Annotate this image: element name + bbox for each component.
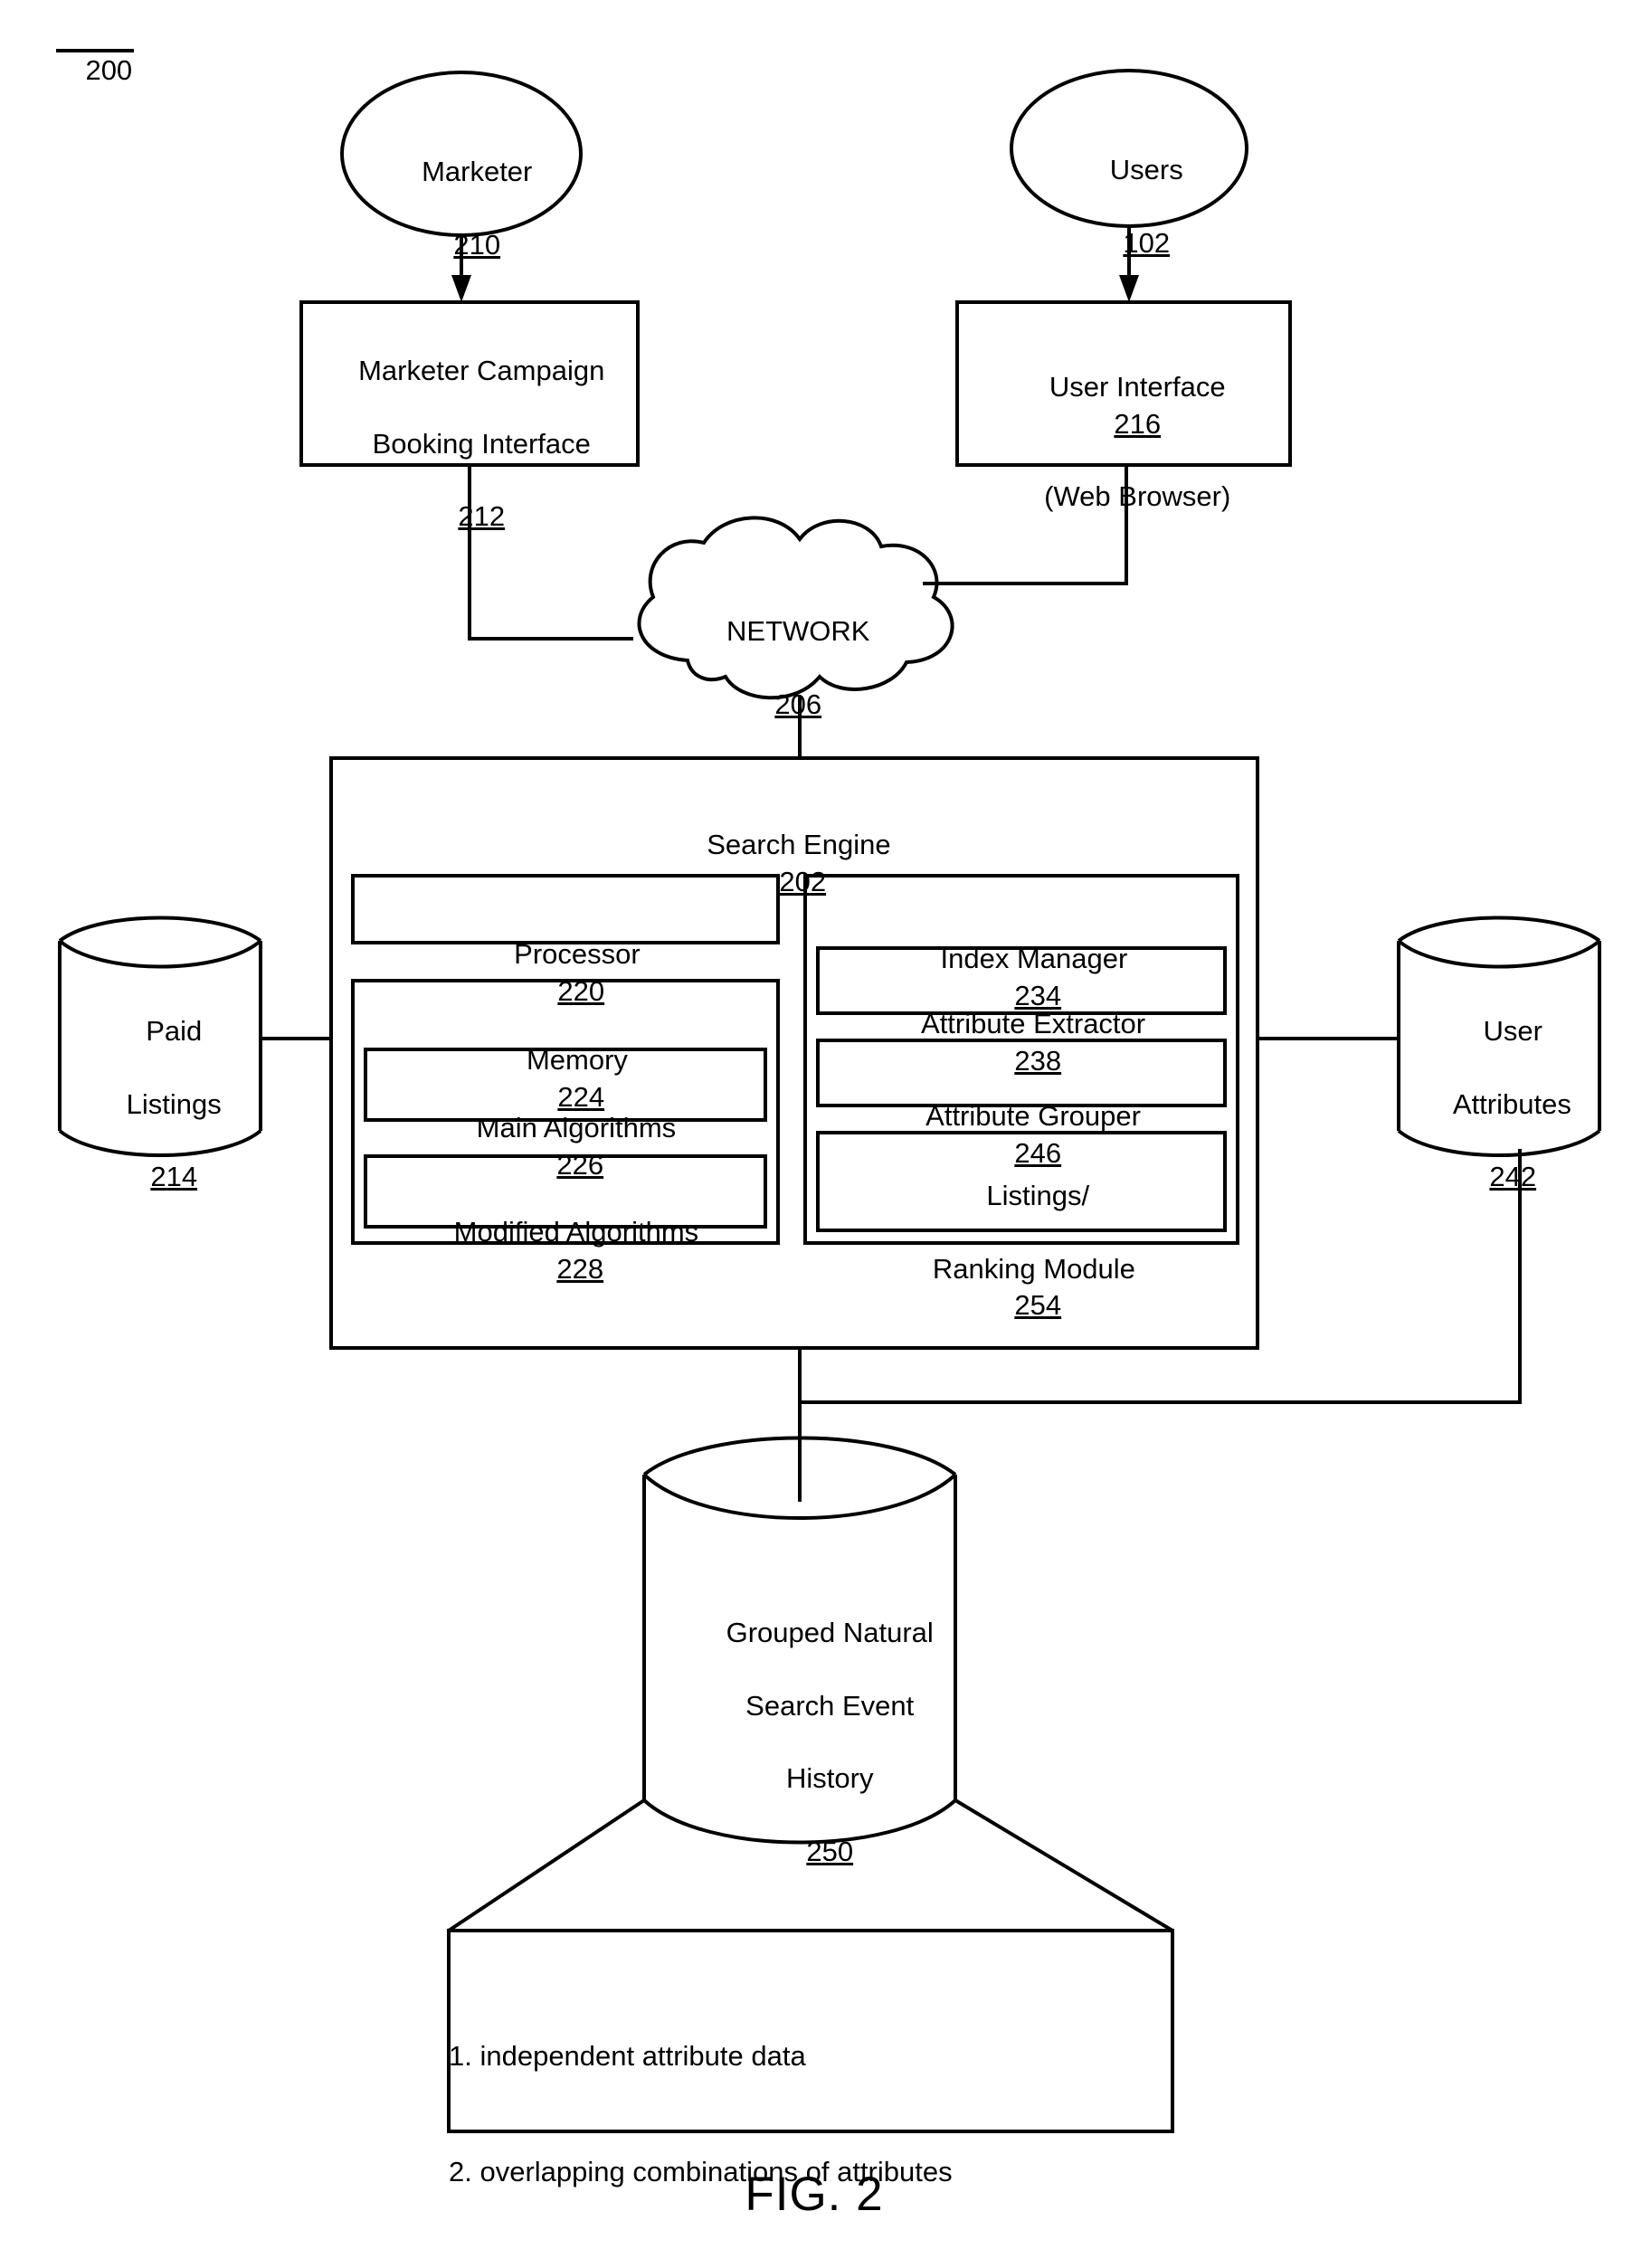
marketer-ref: 210 — [453, 228, 501, 261]
search-engine-ref: 202 — [779, 865, 827, 897]
figure-caption: FIG. 2 — [745, 2168, 884, 2221]
paid-listings-line2: Listings — [126, 1087, 222, 1120]
funnel-left-edge — [447, 1798, 646, 1932]
modified-algorithms-ref: 228 — [556, 1252, 604, 1285]
booking-interface-line1: Marketer Campaign — [358, 355, 605, 387]
paid-listings-label: Paid Listings 214 — [54, 977, 262, 1232]
search-engine-title-text: Search Engine — [707, 829, 891, 861]
users-title: Users — [1109, 154, 1183, 186]
list-item: 1. independent attribute data — [449, 2039, 806, 2072]
figure-canvas: 200 Marketer 210 Users 102 Marketer Camp… — [0, 0, 1642, 2268]
modified-algorithms-label: Modified Algorithms 228 — [365, 1178, 764, 1324]
figure-number: 200 — [85, 54, 133, 87]
modified-algorithms-title: Modified Algorithms — [453, 1216, 699, 1248]
history-line2: Search Event — [745, 1689, 915, 1722]
listings-ranking-module-line1: Listings/ — [986, 1180, 1090, 1212]
user-attributes-ref: 242 — [1489, 1161, 1537, 1193]
booking-interface-label: Marketer Campaign Booking Interface 212 — [299, 317, 633, 572]
users-node-label: Users 102 — [1013, 116, 1248, 298]
history-ref: 250 — [806, 1836, 854, 1868]
network-title: NETWORK — [726, 615, 870, 648]
user-attributes-top-front — [1397, 939, 1601, 969]
paid-listings-top-front — [58, 939, 262, 969]
marketer-node-label: Marketer 210 — [344, 118, 579, 299]
main-algorithms-ref: 226 — [556, 1148, 604, 1181]
listings-ranking-module-ref: 254 — [1014, 1289, 1062, 1322]
user-attributes-line1: User — [1483, 1015, 1542, 1048]
attribute-grouper-title: Attribute Grouper — [925, 1100, 1141, 1133]
paid-listings-ref: 214 — [150, 1161, 198, 1193]
user-interface-ref: 216 — [1114, 407, 1162, 440]
main-algorithms-title: Main Algorithms — [476, 1112, 677, 1144]
paid-listings-line1: Paid — [146, 1015, 203, 1048]
network-ref: 206 — [774, 688, 822, 720]
marketer-title: Marketer — [422, 156, 533, 188]
paid-listings-top-back — [58, 916, 262, 943]
user-interface-line1: User Interface — [1049, 371, 1226, 403]
processor-title: Processor — [514, 938, 641, 971]
user-attributes-top-back — [1397, 916, 1601, 943]
booking-interface-line2: Booking Interface — [372, 427, 591, 460]
history-line1: Grouped Natural — [726, 1617, 934, 1649]
network-label: NETWORK 206 — [633, 577, 932, 759]
listings-ranking-module-line2: Ranking Module — [932, 1252, 1135, 1285]
history-label: Grouped Natural Search Event History 250 — [633, 1579, 995, 1907]
listings-ranking-module-label: Listings/ Ranking Module 254 — [819, 1142, 1226, 1361]
user-attributes-label: User Attributes 242 — [1393, 977, 1601, 1232]
memory-title: Memory — [526, 1044, 628, 1077]
attribute-extractor-title: Attribute Extractor — [921, 1008, 1146, 1040]
user-attributes-line2: Attributes — [1452, 1087, 1571, 1120]
user-interface-label: User Interface 216 (Web Browser) — [954, 333, 1289, 552]
users-ref: 102 — [1123, 226, 1171, 259]
booking-interface-ref: 212 — [458, 500, 506, 533]
history-line3: History — [786, 1762, 874, 1795]
user-interface-line2: (Web Browser) — [1044, 480, 1231, 513]
processor-ref: 220 — [557, 974, 605, 1007]
